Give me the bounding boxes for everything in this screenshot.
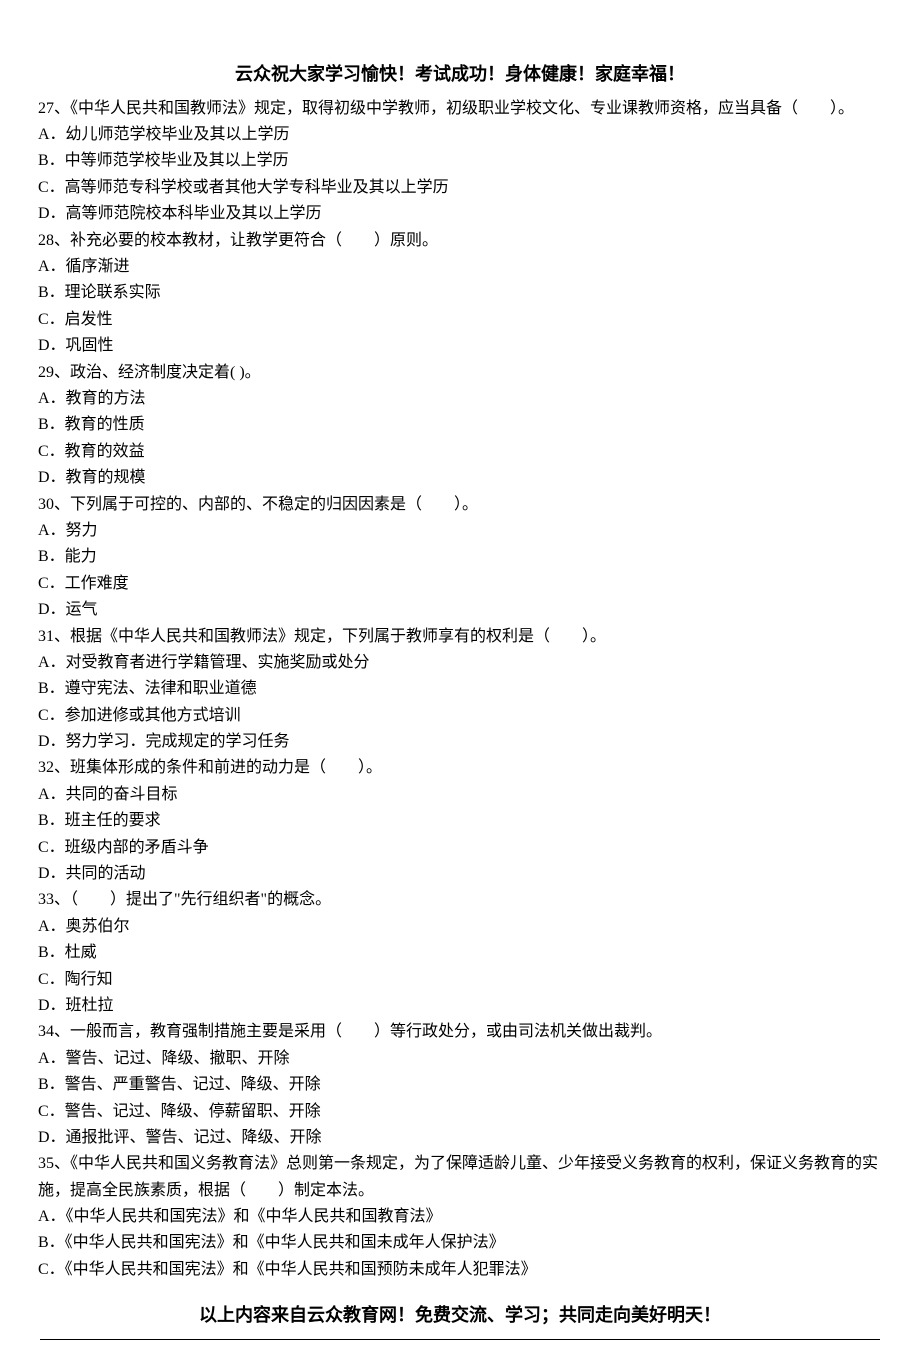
bottom-divider <box>40 1339 880 1340</box>
document-line: B．能力 <box>38 544 882 570</box>
document-line: B．班主任的要求 <box>38 808 882 834</box>
document-line: 31、根据《中华人民共和国教师法》规定，下列属于教师享有的权利是（ ）。 <box>38 624 882 650</box>
document-line: D．运气 <box>38 597 882 623</box>
document-line: C．工作难度 <box>38 571 882 597</box>
document-line: 27、《中华人民共和国教师法》规定，取得初级中学教师，初级职业学校文化、专业课教… <box>38 96 882 122</box>
page-footer: 以上内容来自云众教育网！免费交流、学习；共同走向美好明天！ <box>38 1301 882 1331</box>
document-line: 30、下列属于可控的、内部的、不稳定的归因因素是（ ）。 <box>38 492 882 518</box>
page-header: 云众祝大家学习愉快！考试成功！身体健康！家庭幸福！ <box>38 60 882 90</box>
document-line: D．巩固性 <box>38 333 882 359</box>
document-line: D．班杜拉 <box>38 993 882 1019</box>
document-line: D．高等师范院校本科毕业及其以上学历 <box>38 201 882 227</box>
document-line: A．对受教育者进行学籍管理、实施奖励或处分 <box>38 650 882 676</box>
document-line: 33、（ ）提出了"先行组织者"的概念。 <box>38 887 882 913</box>
document-line: B．理论联系实际 <box>38 280 882 306</box>
document-line: 32、班集体形成的条件和前进的动力是（ ）。 <box>38 755 882 781</box>
document-line: C．启发性 <box>38 307 882 333</box>
document-line: D．教育的规模 <box>38 465 882 491</box>
document-line: B．《中华人民共和国宪法》和《中华人民共和国未成年人保护法》 <box>38 1230 882 1256</box>
document-line: A．奥苏伯尔 <box>38 914 882 940</box>
document-line: C．《中华人民共和国宪法》和《中华人民共和国预防未成年人犯罪法》 <box>38 1257 882 1283</box>
document-line: C．陶行知 <box>38 967 882 993</box>
document-line: 29、政治、经济制度决定着( )。 <box>38 360 882 386</box>
document-line: B．警告、严重警告、记过、降级、开除 <box>38 1072 882 1098</box>
document-line: A．努力 <box>38 518 882 544</box>
document-body: 27、《中华人民共和国教师法》规定，取得初级中学教师，初级职业学校文化、专业课教… <box>38 96 882 1284</box>
document-line: 28、补充必要的校本教材，让教学更符合（ ）原则。 <box>38 228 882 254</box>
document-line: A．共同的奋斗目标 <box>38 782 882 808</box>
document-line: B．中等师范学校毕业及其以上学历 <box>38 148 882 174</box>
document-line: C．警告、记过、降级、停薪留职、开除 <box>38 1099 882 1125</box>
document-line: 35、《中华人民共和国义务教育法》总则第一条规定，为了保障适龄儿童、少年接受义务… <box>38 1151 882 1204</box>
document-line: D．共同的活动 <box>38 861 882 887</box>
document-line: C．参加进修或其他方式培训 <box>38 703 882 729</box>
document-line: A．《中华人民共和国宪法》和《中华人民共和国教育法》 <box>38 1204 882 1230</box>
document-line: A．教育的方法 <box>38 386 882 412</box>
document-line: D．通报批评、警告、记过、降级、开除 <box>38 1125 882 1151</box>
document-line: B．教育的性质 <box>38 412 882 438</box>
document-line: B．杜威 <box>38 940 882 966</box>
document-line: 34、一般而言，教育强制措施主要是采用（ ）等行政处分，或由司法机关做出裁判。 <box>38 1019 882 1045</box>
document-line: C．高等师范专科学校或者其他大学专科毕业及其以上学历 <box>38 175 882 201</box>
document-line: D．努力学习．完成规定的学习任务 <box>38 729 882 755</box>
document-line: A．循序渐进 <box>38 254 882 280</box>
document-line: B．遵守宪法、法律和职业道德 <box>38 676 882 702</box>
document-line: A．幼儿师范学校毕业及其以上学历 <box>38 122 882 148</box>
document-line: A．警告、记过、降级、撤职、开除 <box>38 1046 882 1072</box>
document-line: C．教育的效益 <box>38 439 882 465</box>
document-line: C．班级内部的矛盾斗争 <box>38 835 882 861</box>
